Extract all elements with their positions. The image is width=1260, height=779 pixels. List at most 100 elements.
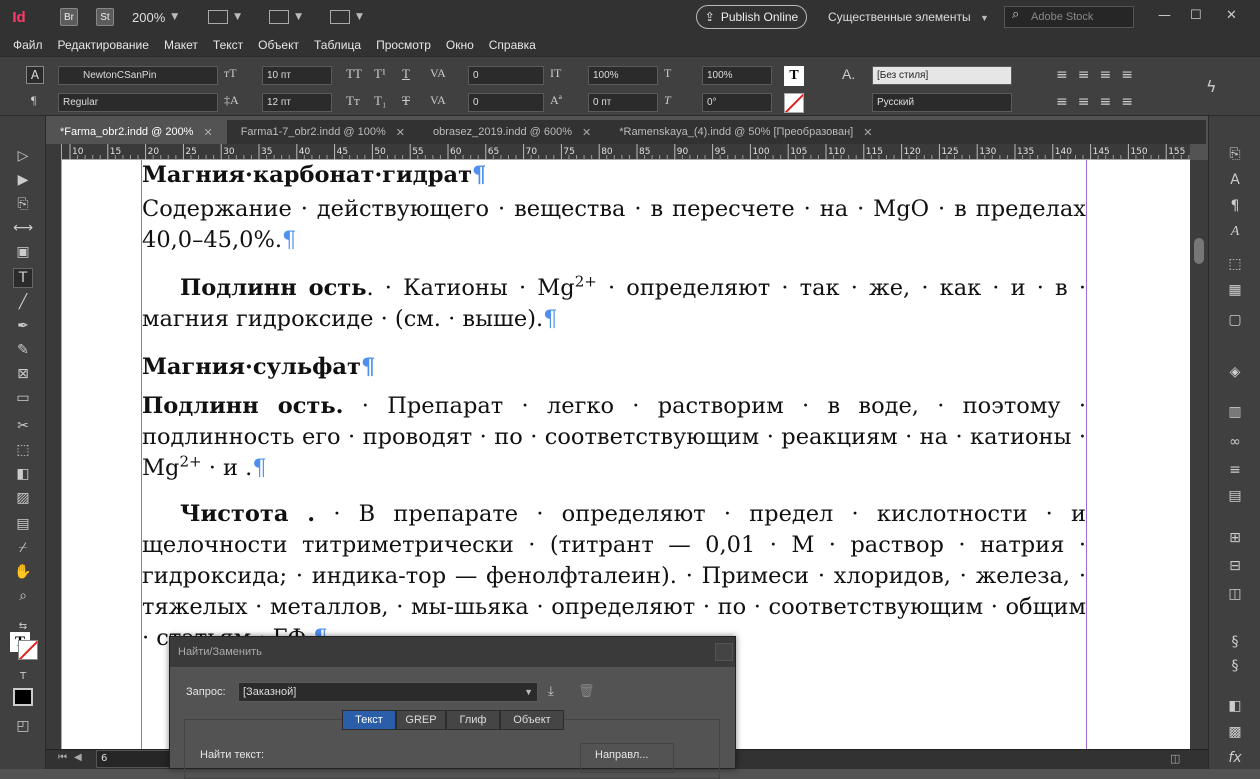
- language-input[interactable]: Русский: [872, 93, 1012, 112]
- object-styles-panel-icon[interactable]: §: [1224, 656, 1246, 676]
- chevron-down-icon[interactable]: ▼: [171, 12, 178, 22]
- bridge-button[interactable]: Br: [60, 8, 78, 26]
- selection-tool-icon[interactable]: ▷: [13, 146, 33, 166]
- minimize-icon[interactable]: —: [1158, 8, 1171, 23]
- font-style-input[interactable]: Regular: [58, 93, 218, 112]
- info-panel-icon[interactable]: ▢: [1224, 310, 1246, 330]
- close-icon[interactable]: ✕: [203, 126, 212, 139]
- maximize-icon[interactable]: ☐: [1190, 8, 1202, 23]
- text-frame[interactable]: Магния·карбонат·гидрат¶ Содержание · дей…: [142, 160, 1086, 654]
- query-select[interactable]: [Заказной] ▼: [238, 682, 538, 702]
- tab-object[interactable]: Объект: [500, 710, 564, 730]
- stroke-none-icon[interactable]: [784, 93, 804, 113]
- gradient-tool-icon[interactable]: ◧: [13, 464, 33, 484]
- chevron-down-icon[interactable]: ▼: [356, 12, 363, 22]
- character-styles-icon[interactable]: A.: [842, 66, 855, 82]
- menu-help[interactable]: Справка: [489, 38, 536, 52]
- character-mode-icon[interactable]: A: [26, 66, 44, 84]
- strikethrough-button[interactable]: T: [402, 93, 410, 109]
- chevron-down-icon[interactable]: ▼: [295, 12, 302, 22]
- heading-magnesium-carbonate[interactable]: Магния·карбонат·гидрат¶: [142, 160, 1086, 191]
- tab-ramenskaya[interactable]: *Ramenskaya_(4).indd @ 50% [Преобразован…: [605, 120, 886, 144]
- rectangle-tool-icon[interactable]: ▭: [13, 388, 33, 408]
- scroll-thumb[interactable]: [1194, 238, 1204, 264]
- fx-panel-icon[interactable]: fx: [1224, 748, 1246, 768]
- menu-layout[interactable]: Макет: [164, 38, 198, 52]
- split-window-icon[interactable]: ◫: [1170, 752, 1180, 765]
- color-panel-icon[interactable]: ▤: [1224, 486, 1246, 506]
- paragraph-purity[interactable]: Чистота . · В препарате · определяют · п…: [142, 499, 1086, 654]
- tab-farma-obr2[interactable]: *Farma_obr2.indd @ 200% ✕: [46, 120, 227, 144]
- menu-file[interactable]: Файл: [13, 38, 43, 52]
- text-wrap-panel-icon[interactable]: ▦: [1224, 280, 1246, 300]
- gradient-feather-tool-icon[interactable]: ▨: [13, 488, 33, 508]
- fill-text-icon[interactable]: T: [784, 66, 804, 86]
- kerning-input[interactable]: 0: [468, 66, 544, 85]
- paragraph-authenticity-1[interactable]: Подлинн ость. · Катионы · Mg2+ · определ…: [142, 273, 1086, 335]
- arrange-documents-icon[interactable]: [330, 10, 351, 24]
- tab-glyph[interactable]: Глиф: [446, 710, 500, 730]
- close-icon[interactable]: ✕: [582, 126, 591, 139]
- menu-object[interactable]: Объект: [258, 38, 299, 52]
- hand-tool-icon[interactable]: ✋: [13, 562, 33, 582]
- content-collector-icon[interactable]: ▣: [13, 242, 33, 262]
- hyperlinks-panel-icon[interactable]: ∞: [1224, 432, 1246, 452]
- stock-button[interactable]: St: [96, 8, 114, 26]
- previous-page-icon[interactable]: ◀: [74, 752, 82, 763]
- align-panel-icon[interactable]: ⊟: [1224, 556, 1246, 576]
- menu-window[interactable]: Окно: [446, 38, 474, 52]
- zoom-tool-icon[interactable]: ⌕: [13, 586, 33, 606]
- publish-online-button[interactable]: ⇪ Publish Online: [696, 5, 807, 29]
- transform-panel-icon[interactable]: ◫: [1224, 584, 1246, 604]
- tab-text[interactable]: Текст: [342, 710, 396, 730]
- free-transform-tool-icon[interactable]: ⬚: [13, 440, 33, 460]
- close-icon[interactable]: ✕: [396, 126, 405, 139]
- stroke-panel-icon[interactable]: ≡: [1224, 460, 1246, 480]
- menu-table[interactable]: Таблица: [314, 38, 361, 52]
- view-options-icon[interactable]: [208, 10, 229, 24]
- subscript-button[interactable]: T₁: [374, 93, 386, 109]
- leading-input[interactable]: 12 пт: [262, 93, 332, 112]
- character-styles-panel-icon[interactable]: A: [1224, 170, 1246, 190]
- screen-mode-tool-icon[interactable]: ◰: [13, 716, 33, 736]
- vertical-scrollbar[interactable]: [1190, 160, 1208, 749]
- gap-tool-icon[interactable]: ⟷: [13, 218, 33, 238]
- close-icon[interactable]: ✕: [1226, 8, 1237, 23]
- paragraph-content[interactable]: Содержание · действующего · вещества · в…: [142, 194, 1086, 256]
- zoom-level[interactable]: 200%: [132, 10, 165, 25]
- workspace-switcher[interactable]: Существенные элементы ▼: [828, 10, 989, 24]
- heading-magnesium-sulfate[interactable]: Магния·сульфат¶: [142, 352, 1086, 383]
- delete-query-icon[interactable]: 🗑: [578, 684, 595, 699]
- page-tool-icon[interactable]: ⎘: [13, 194, 33, 214]
- tab-grep[interactable]: GREP: [396, 710, 446, 730]
- vertical-ruler[interactable]: [46, 144, 62, 749]
- paragraph-authenticity-2[interactable]: Подлинн ость. · Препарат · легко · раств…: [142, 391, 1086, 484]
- superscript-button[interactable]: T¹: [374, 66, 386, 82]
- tab-obrasez-2019[interactable]: obrasez_2019.indd @ 600% ✕: [419, 120, 605, 144]
- menu-edit[interactable]: Редактирование: [58, 38, 149, 52]
- justify-buttons-bottom[interactable]: ≡≡≡≡: [1056, 94, 1143, 110]
- vertical-scale-input[interactable]: 100%: [588, 66, 658, 85]
- line-tool-icon[interactable]: ╱: [13, 292, 33, 312]
- pages-panel-icon[interactable]: ⎘: [1224, 144, 1246, 164]
- font-family-input[interactable]: NewtonCSanPin: [58, 66, 218, 85]
- apply-color-icon[interactable]: [13, 688, 33, 706]
- glyphs-panel-icon[interactable]: A: [1224, 222, 1246, 242]
- baseline-shift-input[interactable]: 0 пт: [588, 93, 658, 112]
- cc-libraries-panel-icon[interactable]: ▩: [1224, 722, 1246, 742]
- stroke-swatch-icon[interactable]: [18, 640, 38, 660]
- paragraph-styles-panel-icon[interactable]: ¶: [1224, 196, 1246, 216]
- small-caps-button[interactable]: Tт: [346, 93, 360, 109]
- close-icon[interactable]: ✕: [863, 126, 872, 139]
- dialog-close-button[interactable]: [715, 643, 733, 661]
- scissors-tool-icon[interactable]: ✂: [13, 416, 33, 436]
- font-size-input[interactable]: 10 пт: [262, 66, 332, 85]
- align-buttons-top[interactable]: ≡≡≡≡: [1056, 67, 1143, 83]
- chevron-down-icon[interactable]: ▼: [234, 12, 241, 22]
- formatting-affects-text-icon[interactable]: T: [13, 666, 33, 686]
- tab-farma1-7[interactable]: Farma1-7_obr2.indd @ 100% ✕: [227, 120, 419, 144]
- quick-apply-icon[interactable]: ϟ: [1206, 77, 1217, 96]
- all-caps-button[interactable]: TT: [346, 66, 362, 82]
- paragraph-mode-icon[interactable]: ¶: [31, 93, 36, 108]
- pen-tool-icon[interactable]: ✒: [13, 316, 33, 336]
